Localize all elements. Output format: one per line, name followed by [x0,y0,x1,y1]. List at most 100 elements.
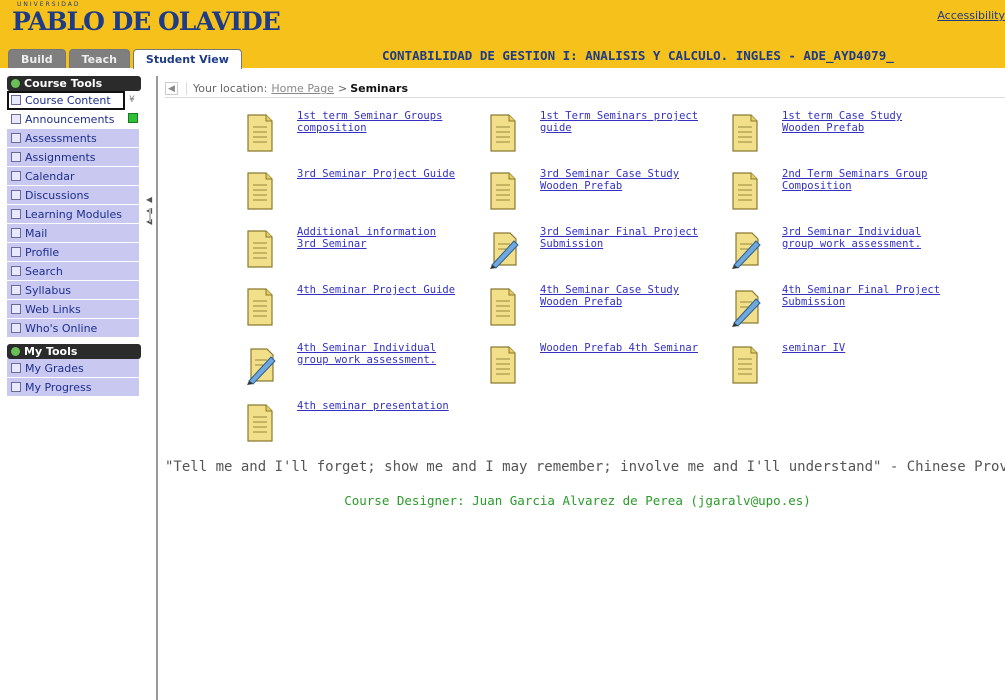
logo-subtext: UNIVERSIDAD [17,1,81,8]
content-item-link[interactable]: 3rd Seminar Final Project Submission [540,226,700,250]
content-item: Additional information 3rd Seminar [245,226,475,276]
sidebar-item-syllabus[interactable]: Syllabus [7,281,139,300]
content-item: 3rd Seminar Project Guide [245,168,475,218]
document-icon[interactable] [245,403,275,446]
sidebar-item-my-grades[interactable]: My Grades [7,359,139,378]
document-icon[interactable] [488,345,518,388]
sidebar-item-label: My Progress [25,380,92,394]
sidebar-item-who-s-online[interactable]: Who's Online [7,319,139,338]
content-item: 1st Term Seminars project guide [488,110,718,160]
tab-student-view[interactable]: Student View [132,49,242,69]
content-item-link[interactable]: 2nd Term Seminars Group Composition [782,168,942,192]
content-item-link[interactable]: 3rd Seminar Case Study Wooden Prefab [540,168,700,192]
document-icon[interactable] [245,287,275,330]
assessment-icon [11,133,21,143]
sidebar-item-web-links[interactable]: Web Links [7,300,139,319]
sidebar-item-profile[interactable]: Profile [7,243,139,262]
mail-icon [11,228,21,238]
content-item-link[interactable]: 4th Seminar Final Project Submission [782,284,942,308]
content-item: 4th Seminar Individual group work assess… [245,342,475,392]
sidebar-item-label: Assignments [25,150,96,164]
sidebar-item-label: Who's Online [25,321,98,335]
sidebar-item-assessments[interactable]: Assessments [7,129,139,148]
content-item: 3rd Seminar Individual group work assess… [730,226,960,276]
content-item: 3rd Seminar Case Study Wooden Prefab [488,168,718,218]
sidebar-item-course-content[interactable]: Course Content ¥ [7,91,135,110]
chevron-down-icon[interactable]: ¥ [129,95,135,105]
sidebar-item-label: My Grades [25,361,84,375]
assignment-icon[interactable] [488,229,524,272]
quote-text: "Tell me and I'll forget; show me and I … [165,459,1005,475]
course-tools-icon [11,79,20,88]
document-icon[interactable] [245,171,275,214]
sidebar-item-calendar[interactable]: Calendar [7,167,139,186]
document-icon[interactable] [488,171,518,214]
learning-module-icon [11,209,21,219]
content-item-link[interactable]: Additional information 3rd Seminar [297,226,457,250]
content-item-link[interactable]: 3rd Seminar Individual group work assess… [782,226,942,250]
back-icon[interactable]: ◀ [165,82,178,95]
content-item-link[interactable]: 1st term Case Study Wooden Prefab [782,110,942,134]
sidebar-item-label: Web Links [25,302,81,316]
document-icon[interactable] [730,345,760,388]
sidebar-item-assignments[interactable]: Assignments [7,148,139,167]
progress-icon [11,382,21,392]
content-item-link[interactable]: 3rd Seminar Project Guide [297,168,457,180]
sidebar-item-my-progress[interactable]: My Progress [7,378,139,397]
assignment-icon[interactable] [730,287,766,330]
breadcrumb-divider [186,82,187,95]
sidebar: Course Tools Course Content ¥ Announcement… [7,76,158,700]
breadcrumb-home-link[interactable]: Home Page [271,82,334,95]
new-announcement-badge [128,113,138,123]
announcement-icon [11,114,21,124]
content-item: 4th Seminar Project Guide [245,284,475,334]
sidebar-item-mail[interactable]: Mail [7,224,139,243]
search-icon [11,266,21,276]
calendar-icon [11,171,21,181]
content-item-link[interactable]: 1st Term Seminars project guide [540,110,700,134]
sidebar-item-label: Mail [25,226,48,240]
content-item-link[interactable]: seminar IV [782,342,942,354]
content-item-link[interactable]: 1st term Seminar Groups composition [297,110,457,134]
sidebar-item-label: Discussions [25,188,90,202]
course-designer-text: Course Designer: Juan Garcia Alvarez de … [344,493,811,508]
sidebar-item-learning-modules[interactable]: Learning Modules [7,205,139,224]
university-logo[interactable]: UNIVERSIDAD PABLO DE OLAVIDE [12,1,281,36]
my-tools-list: My Grades My Progress [7,359,139,397]
header-bar: UNIVERSIDAD PABLO DE OLAVIDE Accessibili… [0,0,1005,69]
sidebar-item-label: Profile [25,245,60,259]
assignment-icon[interactable] [730,229,766,272]
assignment-icon[interactable] [245,345,281,388]
whos-online-icon [11,323,21,333]
sidebar-item-search[interactable]: Search [7,262,139,281]
content-item-link[interactable]: 4th Seminar Individual group work assess… [297,342,457,366]
content-item: seminar IV [730,342,960,392]
document-icon[interactable] [245,113,275,156]
tab-teach[interactable]: Teach [68,49,130,68]
content-item-link[interactable]: 4th Seminar Case Study Wooden Prefab [540,284,700,308]
logo-text: PABLO DE OLAVIDE [12,7,281,36]
document-icon[interactable] [488,287,518,330]
sidebar-item-label: Search [25,264,63,278]
profile-icon [11,247,21,257]
breadcrumb-current: Seminars [350,82,409,95]
sidebar-item-announcements[interactable]: Announcements [7,110,139,129]
content-item-link[interactable]: Wooden Prefab 4th Seminar [540,342,700,354]
accessibility-link[interactable]: Accessibility [937,9,1005,22]
content-item-link[interactable]: 4th Seminar Project Guide [297,284,457,296]
content-item-link[interactable]: 4th seminar presentation [297,400,457,412]
sidebar-item-label: Course Content [25,93,111,107]
assignment-icon [11,152,21,162]
discussion-icon [11,190,21,200]
document-icon[interactable] [730,171,760,214]
document-icon[interactable] [488,113,518,156]
document-icon[interactable] [730,113,760,156]
home-icon [11,95,21,105]
tab-build[interactable]: Build [8,49,66,68]
sidebar-item-discussions[interactable]: Discussions [7,186,139,205]
content-item: 1st term Case Study Wooden Prefab [730,110,960,160]
sidebar-item-label: Calendar [25,169,75,183]
document-icon[interactable] [245,229,275,272]
sidebar-resize-handle[interactable] [149,208,151,222]
content-item: Wooden Prefab 4th Seminar [488,342,718,392]
